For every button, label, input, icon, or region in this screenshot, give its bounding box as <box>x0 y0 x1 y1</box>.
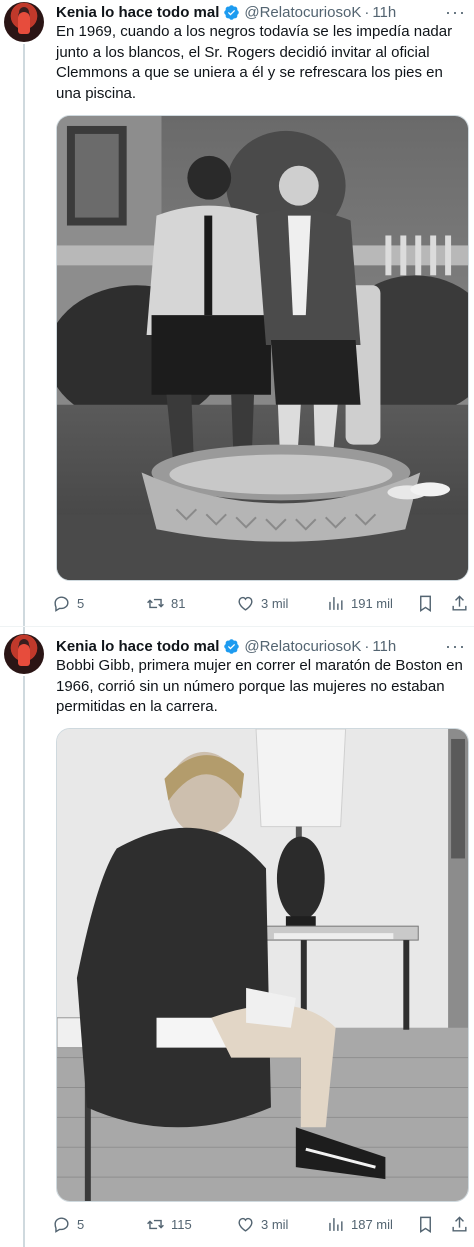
tweet-photo[interactable] <box>56 728 469 1202</box>
like-count: 3 mil <box>261 595 289 611</box>
tweet-text: En 1969, cuando a los negros todavía se … <box>56 23 453 102</box>
author-name[interactable]: Kenia lo hace todo mal <box>56 638 219 655</box>
views-button[interactable]: 187 mil <box>326 1212 393 1236</box>
retweet-count: 115 <box>171 1216 192 1232</box>
bookmark-icon <box>420 1216 431 1233</box>
tweet-actions: 5 115 3 mil 187 mil <box>52 1212 472 1236</box>
like-icon <box>238 596 253 611</box>
share-icon <box>452 1215 467 1232</box>
timestamp[interactable]: 11h <box>372 638 396 655</box>
share-button[interactable] <box>450 591 474 615</box>
share-icon <box>452 594 467 611</box>
reply-icon <box>54 1216 69 1233</box>
author-handle[interactable]: @RelatocuriosoK <box>244 4 361 21</box>
retweet-count: 81 <box>171 595 186 611</box>
verified-badge-icon <box>224 4 240 20</box>
verified-badge-icon <box>224 638 240 654</box>
tweet-header: Kenia lo hace todo mal @RelatocuriosoK ·… <box>56 635 396 657</box>
share-button[interactable] <box>450 1212 474 1236</box>
like-count: 3 mil <box>261 1216 289 1232</box>
reply-count: 5 <box>77 595 85 611</box>
views-count: 191 mil <box>351 595 393 611</box>
reply-button[interactable]: 5 <box>52 591 84 615</box>
retweet-button[interactable]: 115 <box>146 1212 192 1236</box>
like-icon <box>238 1217 253 1232</box>
retweet-icon <box>147 598 164 608</box>
like-button[interactable]: 3 mil <box>236 591 288 615</box>
tweet[interactable]: Kenia lo hace todo mal @RelatocuriosoK ·… <box>0 632 474 1247</box>
tweet-text: Bobbi Gibb, primera mujer en correr el m… <box>56 657 463 715</box>
tweet-header: Kenia lo hace todo mal @RelatocuriosoK ·… <box>56 1 396 23</box>
more-icon[interactable]: ··· <box>445 637 466 655</box>
tweet-divider <box>0 626 474 627</box>
avatar[interactable] <box>4 2 44 42</box>
timestamp[interactable]: 11h <box>372 4 396 21</box>
author-handle[interactable]: @RelatocuriosoK <box>244 638 361 655</box>
tweet-photo[interactable] <box>56 115 469 581</box>
photo-pool-scene <box>57 116 468 580</box>
photo-runner-blanket <box>57 729 468 1201</box>
avatar[interactable] <box>4 634 44 674</box>
bookmark-icon <box>420 595 431 612</box>
tweet-actions: 5 81 3 mil 191 mil <box>52 591 472 615</box>
separator-dot: · <box>364 637 370 655</box>
reply-button[interactable]: 5 <box>52 1212 84 1236</box>
retweet-icon <box>147 1219 164 1229</box>
retweet-button[interactable]: 81 <box>146 591 185 615</box>
reply-icon <box>54 595 69 612</box>
bookmark-button[interactable] <box>416 1212 441 1236</box>
views-count: 187 mil <box>351 1216 393 1232</box>
more-icon[interactable]: ··· <box>445 3 466 21</box>
separator-dot: · <box>364 3 370 21</box>
bookmark-button[interactable] <box>416 591 441 615</box>
views-button[interactable]: 191 mil <box>326 591 393 615</box>
like-button[interactable]: 3 mil <box>236 1212 288 1236</box>
author-name[interactable]: Kenia lo hace todo mal <box>56 4 219 21</box>
reply-count: 5 <box>77 1216 85 1232</box>
views-icon <box>329 1217 343 1231</box>
views-icon <box>329 596 343 610</box>
tweet[interactable]: Kenia lo hace todo mal @RelatocuriosoK ·… <box>0 0 474 622</box>
